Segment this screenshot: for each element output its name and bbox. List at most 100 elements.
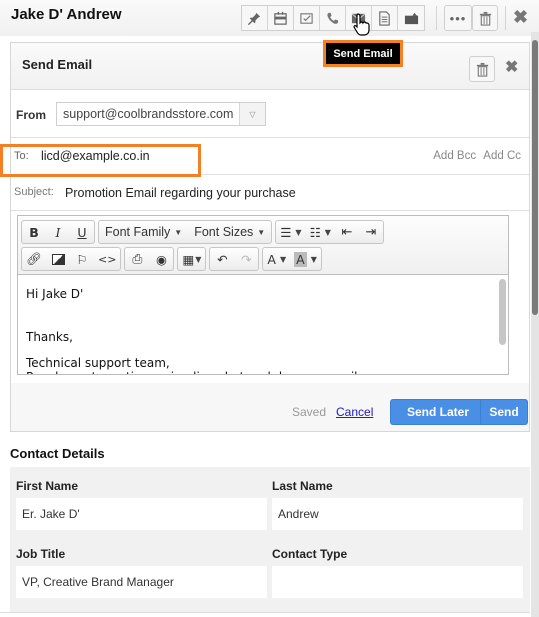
link-button[interactable]: 🔗︎ (22, 248, 46, 270)
editor-scrollbar[interactable] (499, 279, 506, 345)
job-title-label: Job Title (16, 547, 66, 561)
to-input[interactable]: licd@example.co.in (41, 149, 150, 163)
last-name-label: Last Name (272, 479, 333, 493)
task-button[interactable] (294, 6, 320, 30)
chevron-down-icon[interactable]: ▽ (239, 103, 265, 125)
bg-color-button[interactable]: A ▼ (290, 248, 321, 270)
pin-button[interactable] (242, 6, 268, 30)
cancel-link[interactable]: Cancel (336, 405, 373, 419)
calendar-button[interactable] (268, 6, 294, 30)
redo-button[interactable]: ↷ (234, 248, 258, 270)
divider (0, 612, 530, 613)
outdent-icon: ⇤ (341, 224, 353, 240)
table-icon: ▦ (182, 251, 195, 267)
numbered-list-icon: ☷ (309, 224, 321, 240)
add-bcc-link[interactable]: Add Bcc (433, 150, 476, 162)
contact-details-title: Contact Details (10, 446, 105, 461)
list-group: ☰ ▼ ☷ ▼ ⇤ ⇥ (275, 220, 384, 244)
caret-down-icon: ▼ (279, 254, 287, 264)
underline-button[interactable]: U (70, 221, 94, 243)
to-row: To: licd@example.co.in Add Bcc Add Cc (11, 138, 529, 175)
note-button[interactable] (372, 6, 398, 30)
page-scrollbar-thumb[interactable] (532, 40, 538, 315)
print-icon: ⎙ (132, 251, 143, 266)
page: Jake D' Andrew ••• ✖ Send Email Send Ema… (0, 0, 539, 617)
undo-icon: ↶ (217, 251, 228, 267)
toolbar-divider (436, 6, 437, 30)
bookmark-icon: ⚐ (76, 251, 88, 267)
bg-color-icon: A (294, 251, 307, 267)
subject-row: Subject: Promotion Email regarding your … (11, 175, 529, 211)
add-cc-link[interactable]: Add Cc (483, 150, 521, 162)
task-check-icon (300, 12, 313, 24)
first-name-field[interactable]: Er. Jake D' (16, 498, 267, 530)
font-family-dropdown[interactable]: Font Family ▼ (99, 221, 188, 243)
call-button[interactable] (320, 6, 346, 30)
discard-email-button[interactable] (469, 56, 495, 82)
more-dots-icon: ••• (449, 10, 467, 26)
print-button[interactable]: ⎙ (125, 248, 149, 270)
table-group: ▦ ▼ (177, 247, 207, 271)
image-icon (51, 253, 65, 265)
font-family-label: Font Family (105, 225, 171, 239)
indent-button[interactable]: ⇥ (359, 221, 383, 243)
subject-input[interactable]: Promotion Email regarding your purchase (65, 186, 296, 200)
last-name-field[interactable]: Andrew (272, 498, 523, 530)
table-button[interactable]: ▦ ▼ (178, 248, 205, 270)
body-line: Hi Jake D' (26, 287, 84, 301)
preview-button[interactable]: ◉ (149, 248, 173, 270)
first-name-label: First Name (16, 479, 79, 493)
editor-toolbar: B I U Font Family ▼ Font Sizes ▼ ☰ ▼ ☷ ▼ ⇤ ⇥ (18, 216, 508, 275)
text-color-icon: A (267, 251, 276, 267)
panel-header: Send Email ✖ (11, 43, 529, 90)
note-icon (379, 10, 390, 26)
code-icon: <> (98, 252, 117, 266)
caret-down-icon: ▼ (324, 227, 331, 237)
from-label: From (16, 108, 46, 122)
panel-title: Send Email (22, 57, 93, 72)
compose-footer: Saved Cancel Send Later Send (11, 383, 529, 431)
to-label: To: (14, 150, 29, 162)
numbered-list-button[interactable]: ☷ ▼ (306, 221, 335, 243)
italic-button[interactable]: I (46, 221, 70, 243)
subject-label: Subject: (14, 186, 54, 198)
calendar-icon (274, 11, 287, 25)
image-button[interactable] (46, 248, 70, 270)
source-code-button[interactable]: <> (94, 248, 120, 270)
eye-icon: ◉ (155, 251, 167, 267)
send-later-button[interactable]: Send Later (390, 399, 486, 425)
folder-icon (404, 12, 418, 24)
bold-button[interactable]: B (22, 221, 46, 243)
caret-down-icon: ▼ (174, 227, 183, 237)
phone-icon (327, 12, 339, 24)
outdent-button[interactable]: ⇤ (335, 221, 359, 243)
print-group: ⎙ ◉ (124, 247, 175, 271)
trash-icon (479, 11, 491, 26)
caret-down-icon: ▼ (295, 227, 302, 237)
font-sizes-dropdown[interactable]: Font Sizes ▼ (188, 221, 271, 243)
contact-name: Jake D' Andrew (11, 6, 122, 23)
record-header: Jake D' Andrew ••• ✖ (0, 0, 539, 36)
text-color-button[interactable]: A ▼ (263, 248, 290, 270)
close-panel-button[interactable]: ✖ (505, 60, 518, 76)
delete-record-button[interactable] (472, 5, 498, 31)
trash-icon (476, 62, 488, 77)
bullet-list-button[interactable]: ☰ ▼ (276, 221, 305, 243)
saved-status: Saved (292, 405, 327, 419)
contact-type-field[interactable] (272, 566, 523, 598)
font-group: Font Family ▼ Font Sizes ▼ (98, 220, 273, 244)
insert-group: 🔗︎ ⚐ <> (21, 247, 122, 271)
folder-button[interactable] (398, 6, 424, 30)
from-select[interactable]: support@coolbrandsstore.com ▽ (56, 102, 266, 126)
send-button[interactable]: Send (480, 399, 528, 425)
send-email-tooltip: Send Email (323, 40, 403, 67)
more-button[interactable]: ••• (444, 5, 472, 31)
close-record-button[interactable]: ✖ (513, 8, 528, 26)
undo-button[interactable]: ↶ (210, 248, 234, 270)
job-title-field[interactable]: VP, Creative Brand Manager (16, 566, 267, 598)
email-body-editor[interactable]: Hi Jake D' Thanks, Technical support tea… (18, 276, 508, 374)
bookmark-button[interactable]: ⚐ (70, 248, 94, 270)
add-recipients-links: Add Bcc Add Cc (429, 150, 521, 162)
email-editor: B I U Font Family ▼ Font Sizes ▼ ☰ ▼ ☷ ▼ ⇤ ⇥ (17, 215, 509, 375)
hand-cursor-icon (353, 13, 370, 36)
